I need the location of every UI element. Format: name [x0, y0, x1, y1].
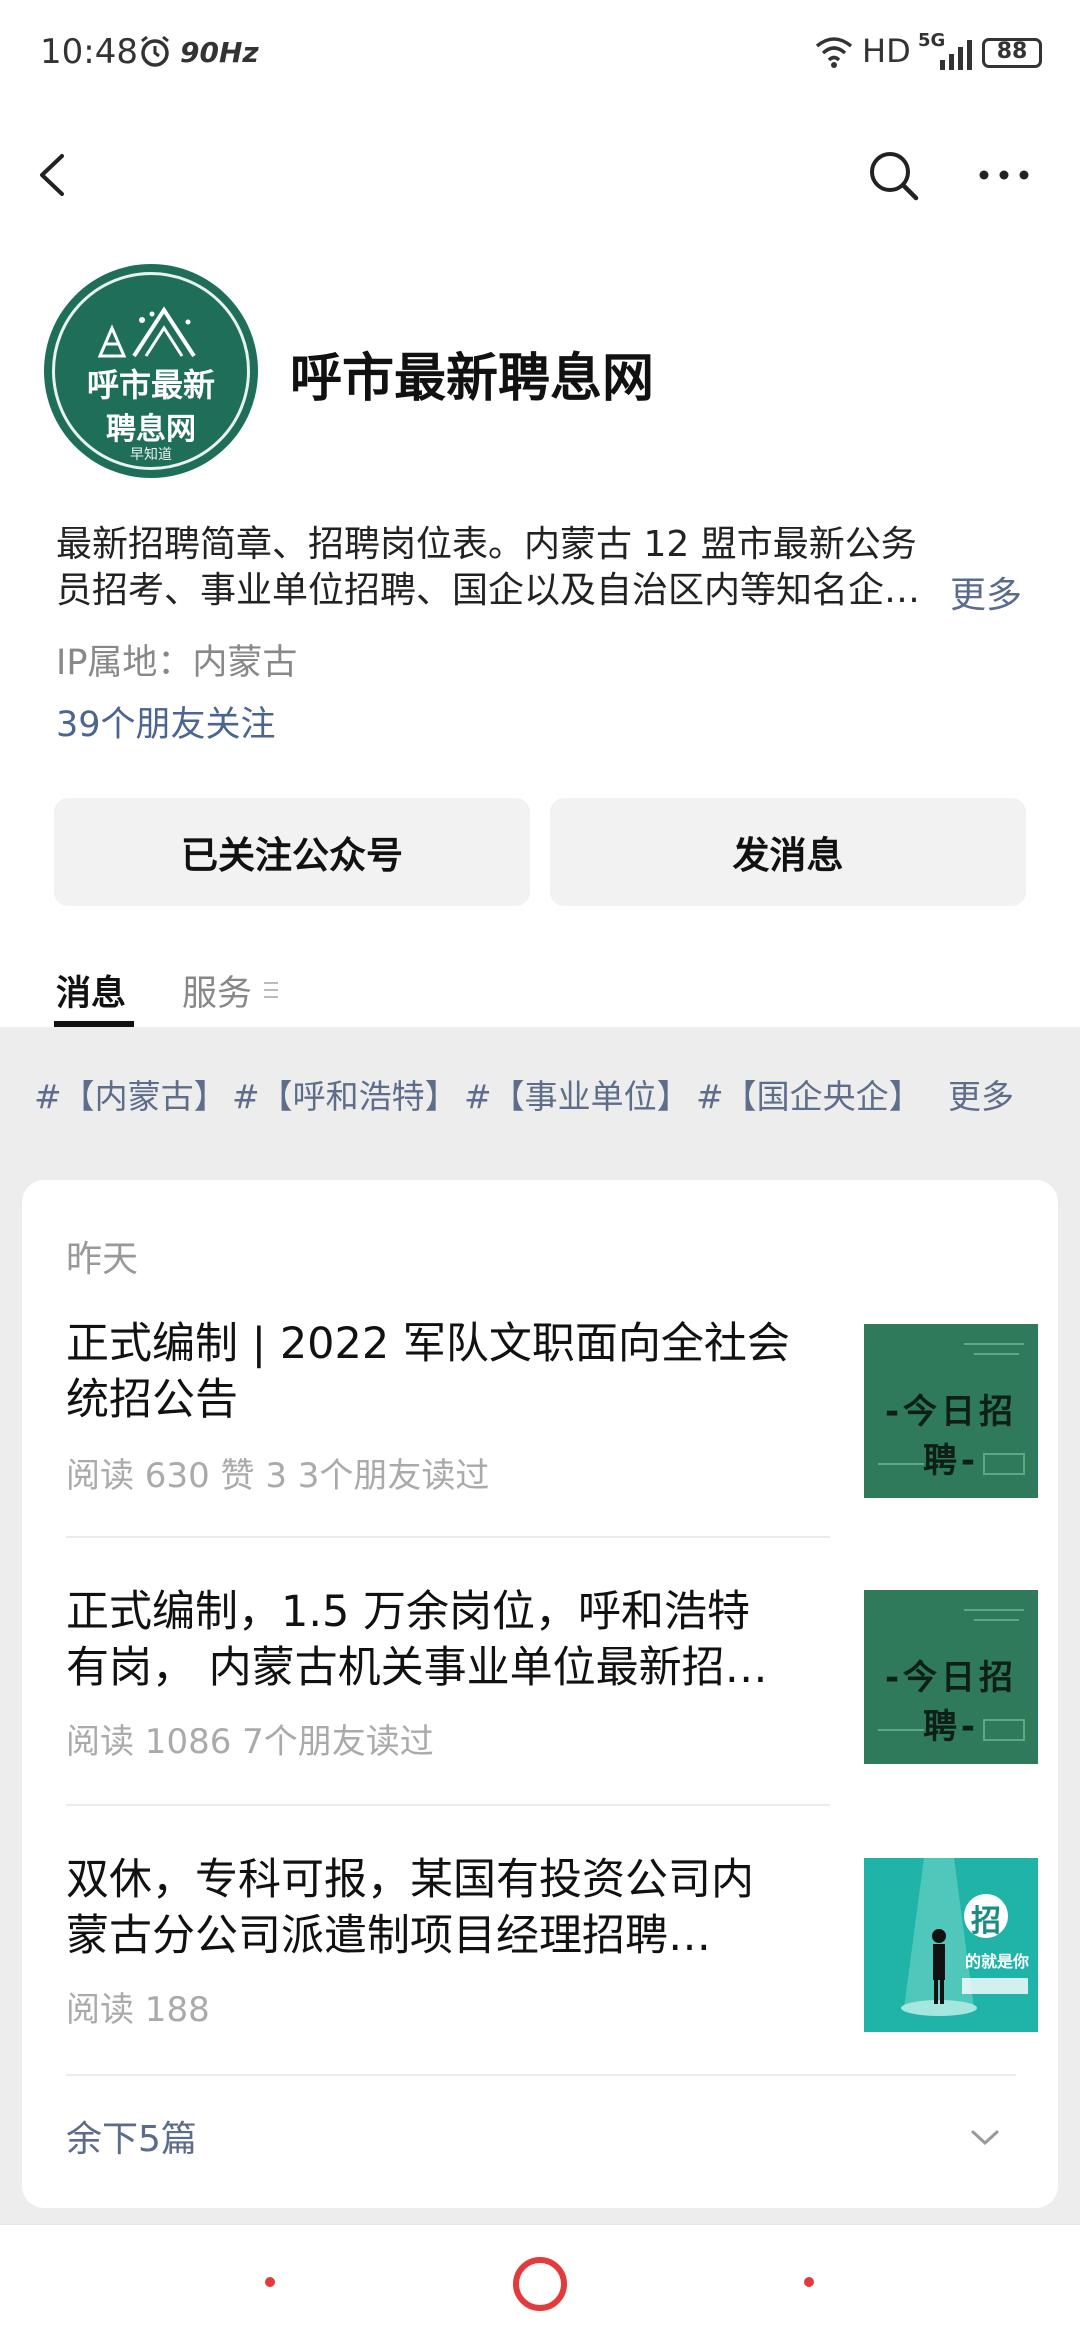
ip-location: IP属地：内蒙古 — [56, 643, 298, 683]
account-description: 最新招聘简章、招聘岗位表。内蒙古 12 盟市最新公务 员招考、事业单位招聘、国企… — [56, 522, 956, 614]
tag-hohhot[interactable]: #【呼和浩特】 — [232, 1070, 458, 1118]
article-meta: 阅读 1086 7个朋友读过 — [66, 1722, 434, 1762]
followed-button[interactable]: 已关注公众号 — [54, 798, 530, 906]
tags-more-link[interactable]: 更多 — [948, 1070, 1014, 1118]
tab-services[interactable]: 服务 — [182, 965, 252, 1016]
account-avatar[interactable]: 呼市最新 聘息网 早知道 — [44, 264, 258, 478]
article-title-line: 正式编制，1.5 万余岗位，呼和浩特 — [66, 1587, 751, 1637]
article-title: 正式编制 | 2022 军队文职面向全社会 统招公告 — [66, 1316, 826, 1428]
topic-tags: #【内蒙古】 #【呼和浩特】 #【事业单位】 #【国企央企】 更多 — [0, 1070, 1080, 1118]
menu-lines-icon — [264, 982, 278, 998]
chevron-down-icon[interactable] — [970, 2128, 1000, 2148]
article-card: 昨天 正式编制 | 2022 军队文职面向全社会 统招公告 阅读 630 赞 3… — [22, 1180, 1058, 2208]
article-title-line: 正式编制 | 2022 军队文职面向全社会 — [66, 1319, 790, 1369]
avatar-text-line1: 呼市最新 — [86, 366, 215, 404]
remaining-articles-link[interactable]: 余下5篇 — [66, 2110, 197, 2162]
battery-level: 88 — [996, 39, 1028, 64]
article-title-line: 统招公告 — [66, 1375, 238, 1425]
description-line: 员招考、事业单位招聘、国企以及自治区内等知名企… — [56, 570, 921, 611]
thumbnail-text: 招 — [971, 1904, 1001, 1939]
nav-back-button[interactable] — [804, 2277, 814, 2287]
thumbnail-text: -今日招聘- — [884, 1392, 1018, 1481]
article-title: 双休，专科可报，某国有投资公司内 蒙古分公司派遣制项目经理招聘… — [66, 1852, 826, 1964]
system-nav-bar — [0, 2224, 1080, 2341]
article-item[interactable]: 双休，专科可报，某国有投资公司内 蒙古分公司派遣制项目经理招聘… 阅读 188 … — [66, 1852, 1038, 2052]
thumbnail-subtext: 的就是你 — [964, 1952, 1029, 1971]
article-title-line: 双休，专科可报，某国有投资公司内 — [66, 1855, 754, 1905]
status-bar: 10:48 90Hz HD 5G 88 — [0, 0, 1080, 110]
nav-home-button[interactable] — [513, 2257, 567, 2311]
article-thumbnail: -今日招聘- — [864, 1590, 1038, 1764]
description-line: 最新招聘简章、招聘岗位表。内蒙古 12 盟市最新公务 — [56, 524, 917, 565]
search-icon[interactable] — [866, 148, 922, 204]
article-meta: 阅读 630 赞 3 3个朋友读过 — [66, 1456, 490, 1496]
status-time: 10:48 — [40, 32, 138, 72]
battery-icon: 88 — [982, 38, 1042, 68]
article-title-line: 蒙古分公司派遣制项目经理招聘… — [66, 1911, 711, 1961]
avatar-text-line3: 早知道 — [130, 447, 172, 463]
send-message-button[interactable]: 发消息 — [550, 798, 1026, 906]
tag-state-enterprise[interactable]: #【国企央企】 — [696, 1070, 922, 1118]
article-divider — [66, 1804, 830, 1806]
article-title: 正式编制，1.5 万余岗位，呼和浩特 有岗， 内蒙古机关事业单位最新招… — [66, 1584, 826, 1696]
article-item[interactable]: 正式编制，1.5 万余岗位，呼和浩特 有岗， 内蒙古机关事业单位最新招… 阅读 … — [66, 1584, 1038, 1806]
top-nav — [0, 130, 1080, 220]
account-name: 呼市最新聘息网 — [290, 349, 655, 409]
article-thumbnail: 招 的就是你 — [864, 1858, 1038, 2032]
nav-menu-button[interactable] — [265, 2277, 275, 2287]
spotlight-person-illustration — [901, 1858, 1028, 2016]
article-title-line: 有岗， 内蒙古机关事业单位最新招… — [66, 1643, 768, 1693]
article-meta: 阅读 188 — [66, 1990, 210, 2030]
back-arrow-icon[interactable] — [30, 150, 80, 200]
refresh-rate: 90Hz — [180, 36, 259, 69]
article-item[interactable]: 正式编制 | 2022 军队文职面向全社会 统招公告 阅读 630 赞 3 3个… — [66, 1316, 1038, 1538]
description-more-link[interactable]: 更多 — [950, 566, 1022, 618]
friends-following-link[interactable]: 39个朋友关注 — [56, 696, 276, 747]
hd-indicator: HD — [862, 32, 911, 70]
avatar-text-line2: 聘息网 — [106, 412, 196, 447]
alarm-icon — [141, 35, 169, 67]
article-thumbnail: -今日招聘- — [864, 1324, 1038, 1498]
thumbnail-text: -今日招聘- — [884, 1658, 1018, 1747]
remaining-divider — [66, 2074, 1016, 2076]
tab-messages[interactable]: 消息 — [56, 965, 126, 1016]
tag-public-institution[interactable]: #【事业单位】 — [464, 1070, 690, 1118]
wifi-icon — [815, 37, 853, 68]
signal-icon — [940, 40, 972, 70]
mountain-logo-icon — [97, 306, 196, 358]
date-label: 昨天 — [66, 1239, 139, 1280]
more-options-icon[interactable] — [976, 150, 1032, 200]
tab-bar: 消息 服务 — [0, 955, 1080, 1027]
tag-inner-mongolia[interactable]: #【内蒙古】 — [34, 1070, 227, 1118]
article-divider — [66, 1536, 830, 1538]
